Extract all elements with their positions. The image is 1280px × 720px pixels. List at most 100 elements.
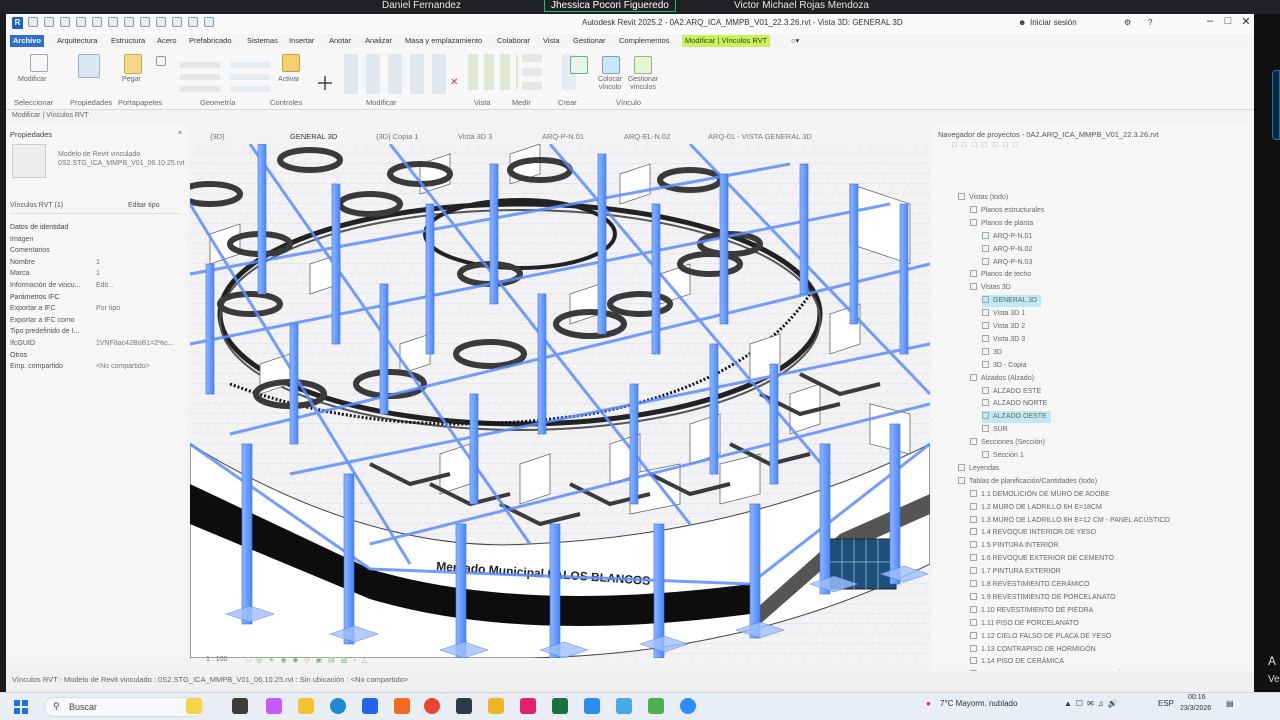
tab-estructura[interactable]: Estructura xyxy=(108,35,148,47)
redo-icon[interactable] xyxy=(76,17,86,27)
browser-tree-item[interactable]: Vistas (todo) xyxy=(958,192,1008,204)
property-value[interactable]: 1 xyxy=(96,268,180,279)
property-row[interactable]: IfcGUID 1VNF8ac42BoB1=2%c... xyxy=(10,338,182,349)
view-tab[interactable]: ARQ-01 - VISTA GENERAL 3D xyxy=(708,132,812,141)
view-icon[interactable] xyxy=(982,399,989,407)
notifications-icon[interactable]: ▤ xyxy=(1226,699,1234,708)
app-tile[interactable] xyxy=(1272,70,1280,140)
property-row[interactable]: Imagen xyxy=(10,234,182,245)
3d-view-canvas[interactable]: Mercado Municipal PALOS BLANCOS xyxy=(190,144,930,658)
property-row[interactable]: Información de vincu... Edit... xyxy=(10,280,182,291)
paste-button[interactable]: Pegar xyxy=(122,76,141,83)
view-icon[interactable] xyxy=(982,309,989,317)
minimize-button[interactable]: – xyxy=(1202,15,1218,27)
view-tools[interactable] xyxy=(468,54,518,90)
taskbar-search[interactable]: ⚲ Buscar xyxy=(44,697,204,717)
ribbon-toggle-icon[interactable]: ○▾ xyxy=(788,35,802,47)
browser-tree-item[interactable]: ALZADO ESTE xyxy=(982,386,1041,398)
browser-tree-item[interactable]: ARQ-P-N.01 xyxy=(982,231,1032,243)
browser-tree-item[interactable]: Vista 3D 2 xyxy=(982,321,1025,333)
instance-filter[interactable]: Vínculos RVT (1) Editar tipo xyxy=(10,202,180,214)
property-row[interactable]: Nombre 1 xyxy=(10,257,182,268)
browser-tree-item[interactable]: 1.1 DEMOLICIÓN DE MURO DE ADOBE xyxy=(970,489,1110,501)
browser-tree-item[interactable]: 1.11 PISO DE PORCELANATO xyxy=(970,618,1079,630)
property-row[interactable]: Emp. compartido <No compartido> xyxy=(10,361,182,372)
clock-date[interactable]: 23/3/2026 xyxy=(1180,705,1211,712)
view-icon[interactable] xyxy=(982,412,989,420)
tab-vista[interactable]: Vista xyxy=(540,35,563,47)
text-icon[interactable] xyxy=(140,17,150,27)
browser-tree-item[interactable]: Planos de techo xyxy=(970,269,1031,281)
browser-tree-item[interactable]: 1.8 REVESTIMIENTO CERÁMICO xyxy=(970,579,1089,591)
geometry-tools[interactable] xyxy=(180,56,220,92)
expand-icon[interactable] xyxy=(970,218,977,226)
geometry-tools-2[interactable] xyxy=(230,56,270,92)
view-icon[interactable] xyxy=(982,322,989,329)
view-icon[interactable] xyxy=(982,347,989,355)
expand-icon[interactable] xyxy=(970,605,977,613)
excel-icon[interactable] xyxy=(552,698,568,714)
property-value[interactable]: Por tipo xyxy=(96,303,180,314)
link-icon[interactable] xyxy=(570,56,588,74)
property-value[interactable]: Edit... xyxy=(96,280,180,291)
expand-icon[interactable] xyxy=(970,644,977,652)
file-explorer-icon[interactable] xyxy=(298,698,314,714)
view-tab[interactable]: {3D} xyxy=(210,132,225,141)
browser-tree-item[interactable]: 1.14 PISO DE CERÁMICA xyxy=(970,656,1064,668)
place-link-button[interactable]: Colocar vínculo xyxy=(596,76,624,92)
expand-icon[interactable] xyxy=(970,283,977,291)
property-value[interactable]: 1 xyxy=(96,257,180,268)
view-icon[interactable] xyxy=(982,257,989,265)
tab-acero[interactable]: Acero xyxy=(154,35,180,47)
task-view-icon[interactable] xyxy=(232,698,248,714)
browser-tree-item[interactable]: ARQ-P-N.02 xyxy=(982,244,1032,256)
property-row[interactable]: Comentarios xyxy=(10,245,182,256)
brave-icon[interactable] xyxy=(394,698,410,714)
view-scale[interactable]: 1 : 100 xyxy=(206,656,227,663)
expand-icon[interactable] xyxy=(970,567,977,575)
property-value[interactable]: 1VNF8ac42BoB1=2%c... xyxy=(96,338,180,349)
view-tab[interactable]: ARQ-EL-N.02 xyxy=(624,132,670,141)
view-icon[interactable] xyxy=(982,334,989,342)
app-icon-1[interactable] xyxy=(266,698,282,714)
weather-icon[interactable]: ● xyxy=(926,699,931,708)
measure-tools[interactable] xyxy=(522,54,542,90)
browser-tree-item[interactable]: 1.6 REVOQUE EXTERIOR DE CEMENTO xyxy=(970,553,1114,565)
browser-tree-item[interactable]: 3D - Copia xyxy=(982,360,1026,372)
tab-archivo[interactable]: Archivo xyxy=(10,35,44,47)
view-tab[interactable]: Vista 3D 3 xyxy=(458,132,492,141)
view-icon[interactable] xyxy=(982,296,989,304)
expand-icon[interactable] xyxy=(970,528,977,536)
close-hidden-icon[interactable] xyxy=(204,17,214,27)
view-icon[interactable] xyxy=(982,425,989,433)
chrome-icon[interactable] xyxy=(424,698,440,714)
manage-links-icon[interactable] xyxy=(634,56,652,74)
view-tab[interactable]: ARQ-P-N.01 xyxy=(542,132,584,141)
expand-icon[interactable] xyxy=(970,592,977,600)
tab-analizar[interactable]: Analizar xyxy=(362,35,395,47)
property-value[interactable]: <No compartido> xyxy=(96,361,180,372)
view-icon[interactable] xyxy=(982,451,989,458)
browser-toolbar-icons[interactable]: □□□□□□□ xyxy=(952,142,1024,149)
cart-icon[interactable]: ⚙ xyxy=(1124,18,1131,27)
property-group-header[interactable]: Datos de identidad xyxy=(10,222,182,233)
participant-name[interactable]: Victor Michael Rojas Mendoza xyxy=(728,0,875,12)
move-icon[interactable] xyxy=(318,76,332,90)
app-icon-6[interactable] xyxy=(648,698,664,714)
search-app-icon[interactable] xyxy=(488,698,504,714)
edge-icon[interactable] xyxy=(330,698,346,714)
tab-sistemas[interactable]: Sistemas xyxy=(244,35,281,47)
expand-icon[interactable] xyxy=(958,193,965,200)
expand-icon[interactable] xyxy=(970,205,977,213)
dimension-icon[interactable] xyxy=(124,17,134,27)
type-selector[interactable]: Modelo de Revit vinculado 0S2.STG_ICA_MM… xyxy=(58,150,184,168)
property-row[interactable]: Tipo predefinido de I... xyxy=(10,326,182,337)
tab-modificar-vinculos[interactable]: Modificar | Vínculos RVT xyxy=(682,35,771,47)
participant-name[interactable]: Daniel Fernandez xyxy=(376,0,467,12)
expand-icon[interactable] xyxy=(970,657,977,665)
browser-tree-item[interactable]: 1.4 REVOQUE INTERIOR DE YESO xyxy=(970,527,1096,539)
app-icon-3[interactable] xyxy=(456,698,472,714)
expand-icon[interactable] xyxy=(970,502,977,510)
expand-icon[interactable] xyxy=(958,476,965,484)
place-link-icon[interactable] xyxy=(602,56,620,74)
